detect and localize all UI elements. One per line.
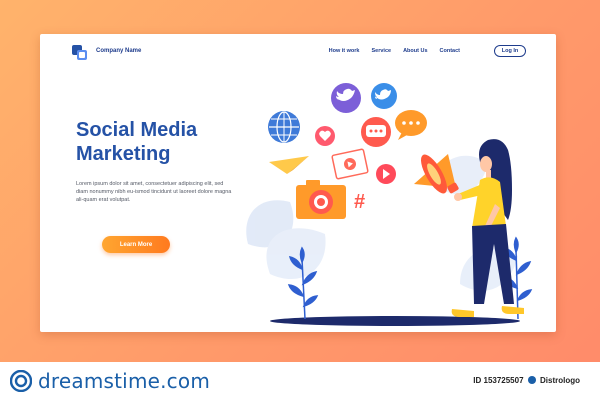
- paper-plane-icon: [269, 156, 309, 174]
- heart-icon: [315, 126, 335, 146]
- chat-icon: [361, 117, 391, 147]
- hashtag-icon: #: [354, 191, 365, 213]
- speech-bubble-icon: [395, 110, 427, 140]
- watermark-author: Distrologo: [540, 376, 580, 385]
- camera-icon: [296, 180, 346, 219]
- watermark-bar: dreamstime.com ID 153725507 Distrologo: [0, 362, 600, 400]
- dreamstime-logo-icon: [10, 370, 32, 392]
- twitter-bird-icon: [331, 83, 361, 113]
- video-icon: [331, 148, 369, 180]
- ground-shadow: [270, 316, 520, 326]
- watermark-site-name: dreamstime.com: [38, 369, 210, 393]
- svg-text:#: #: [354, 191, 365, 213]
- hero-illustration: #: [246, 83, 533, 326]
- watermark-id: ID 153725507 Distrologo: [473, 376, 580, 385]
- landing-page-card: Company Name How it work Service About U…: [40, 34, 556, 332]
- play-button-icon: [376, 164, 396, 184]
- megaphone-icon: [414, 154, 459, 194]
- globe-icon: [268, 111, 300, 143]
- watermark-id-text: ID 153725507: [473, 376, 524, 385]
- author-icon: [527, 376, 536, 384]
- twitter-icon: [371, 83, 397, 109]
